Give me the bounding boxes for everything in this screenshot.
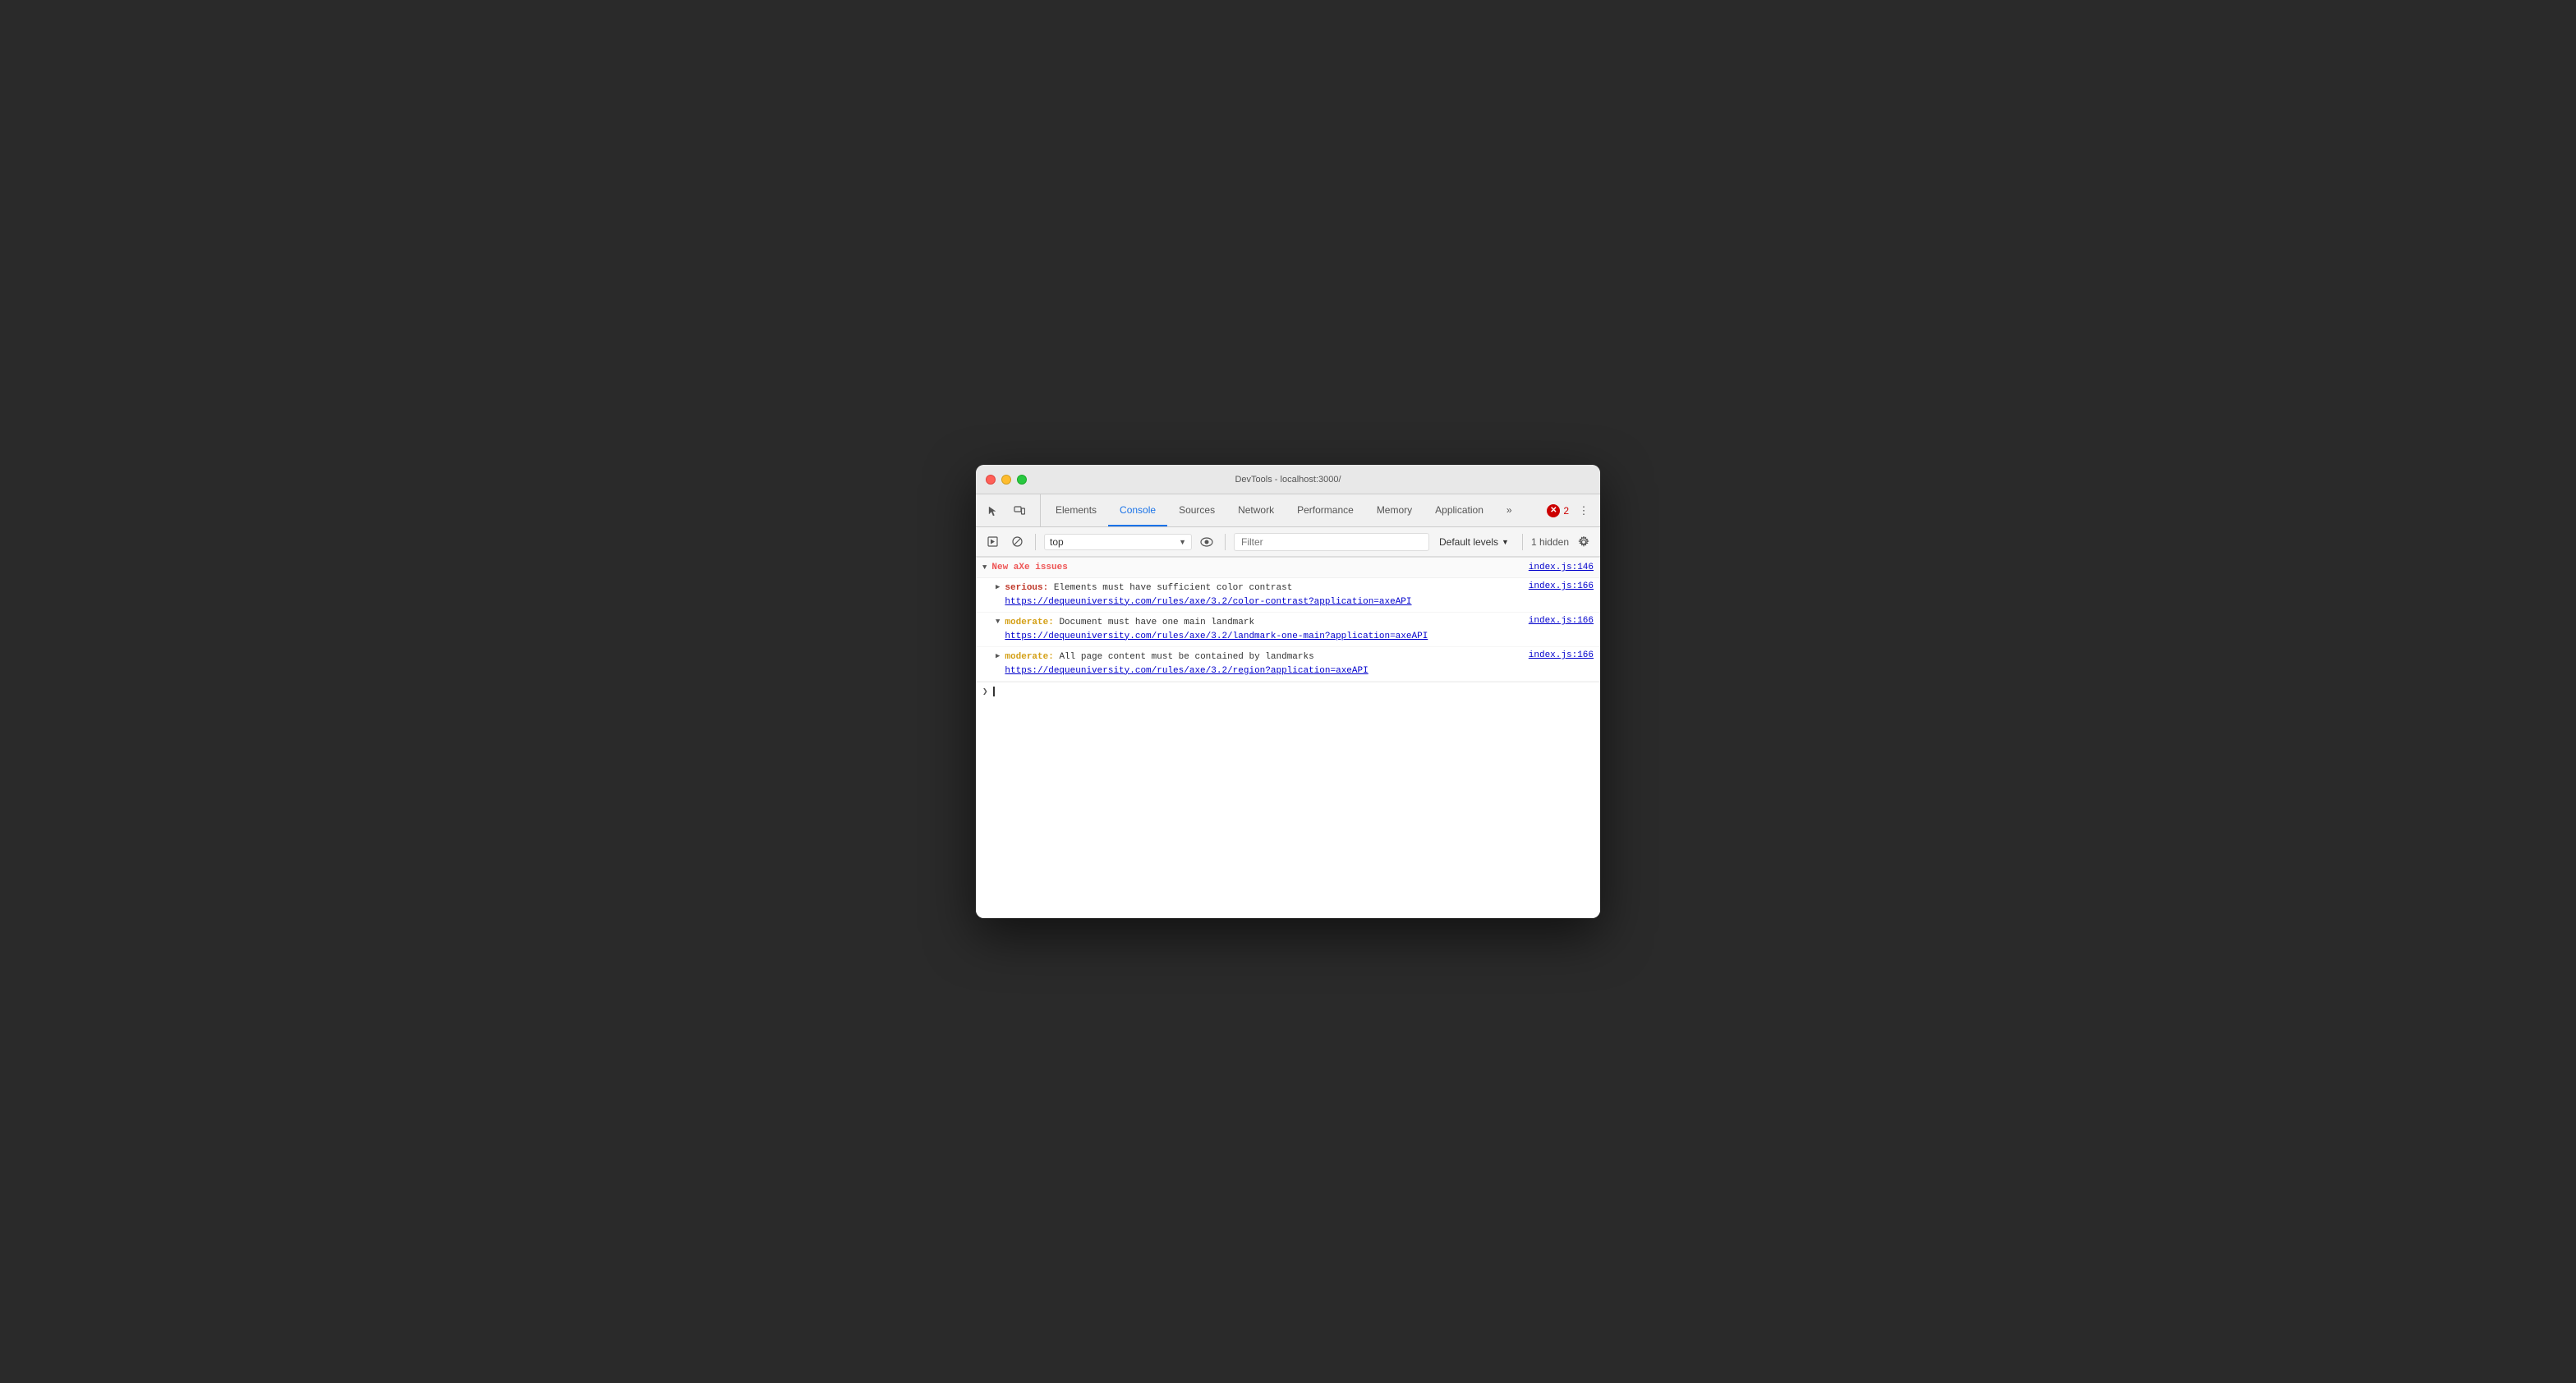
issue-item-moderate-2: ▶ moderate: All page content must be con… [976,647,1600,682]
close-button[interactable] [986,475,996,485]
levels-arrow: ▼ [1502,538,1509,546]
group-title: New aXe issues [991,563,1067,572]
issue-link-3[interactable]: https://dequeuniversity.com/rules/axe/3.… [1005,664,1528,678]
cursor [993,687,995,696]
error-icon: ✕ [1547,504,1560,517]
tab-memory[interactable]: Memory [1365,494,1424,526]
execute-icon[interactable] [982,532,1002,552]
eye-icon[interactable] [1197,532,1217,552]
issue-item-moderate-1: ▼ moderate: Document must have one main … [976,613,1600,647]
filter-input[interactable] [1234,533,1429,551]
issue-file-ref-3[interactable]: index.js:166 [1529,650,1594,660]
issue-item-serious: ▶ serious: Elements must have sufficient… [976,578,1600,613]
divider-2 [1225,534,1226,550]
prompt-arrow: ❯ [982,686,988,697]
group-file-ref[interactable]: index.js:146 [1529,563,1594,572]
issue-text-3: All page content must be contained by la… [1059,652,1313,662]
issue-file-ref-1[interactable]: index.js:166 [1529,581,1594,591]
issue-link-2[interactable]: https://dequeuniversity.com/rules/axe/3.… [1005,630,1528,644]
levels-button[interactable]: Default levels ▼ [1434,535,1514,549]
window-title: DevTools - localhost:3000/ [1235,475,1341,485]
issue-content-2: moderate: Document must have one main la… [1005,616,1528,643]
issue-content-3: moderate: All page content must be conta… [1005,650,1528,678]
divider-3 [1522,534,1523,550]
issue-file-ref-2[interactable]: index.js:166 [1529,616,1594,626]
devtools-window: DevTools - localhost:3000/ Elements Cons… [976,465,1600,918]
device-toolbar-icon[interactable] [1009,500,1030,521]
more-options-button[interactable]: ⋮ [1574,501,1594,521]
console-input-row: ❯ [976,682,1600,701]
tab-performance[interactable]: Performance [1286,494,1365,526]
divider-1 [1035,534,1036,550]
tab-application[interactable]: Application [1424,494,1495,526]
context-selector[interactable]: top ▼ [1044,534,1192,550]
devtools-icons [982,494,1041,526]
issue-toggle-icon-2[interactable]: ▼ [996,618,1000,626]
maximize-button[interactable] [1017,475,1027,485]
severity-label-3: moderate: [1005,652,1053,662]
minimize-button[interactable] [1001,475,1011,485]
traffic-lights [986,475,1027,485]
inspector-icon[interactable] [982,500,1004,521]
console-content: ▼ New aXe issues index.js:146 ▶ serious:… [976,557,1600,918]
tab-elements[interactable]: Elements [1044,494,1108,526]
issue-text-2: Document must have one main landmark [1059,618,1254,627]
issue-toggle-icon-1[interactable]: ▶ [996,583,1000,591]
issue-content-1: serious: Elements must have sufficient c… [1005,581,1528,609]
tab-more[interactable]: » [1495,494,1524,526]
severity-label-2: moderate: [1005,618,1053,627]
error-badge[interactable]: ✕ 2 [1547,504,1569,517]
tab-bar-right: ✕ 2 ⋮ [1547,494,1600,526]
issue-link-1[interactable]: https://dequeuniversity.com/rules/axe/3.… [1005,595,1528,609]
title-bar: DevTools - localhost:3000/ [976,465,1600,494]
settings-icon[interactable] [1574,532,1594,552]
console-input[interactable] [993,687,995,697]
context-dropdown-arrow: ▼ [1179,538,1186,546]
clear-icon[interactable] [1007,532,1027,552]
issue-toggle-icon-3[interactable]: ▶ [996,652,1000,660]
console-toolbar: top ▼ Default levels ▼ 1 hidden [976,527,1600,557]
issue-group-header[interactable]: ▼ New aXe issues index.js:146 [976,558,1600,578]
group-toggle-icon: ▼ [982,563,987,572]
tab-bar: Elements Console Sources Network Perform… [976,494,1600,527]
hidden-count: 1 hidden [1531,536,1569,548]
tab-sources[interactable]: Sources [1167,494,1226,526]
issue-text-1: Elements must have sufficient color cont… [1054,583,1292,593]
tab-network[interactable]: Network [1226,494,1286,526]
severity-label-1: serious: [1005,583,1048,593]
tab-console[interactable]: Console [1108,494,1167,526]
